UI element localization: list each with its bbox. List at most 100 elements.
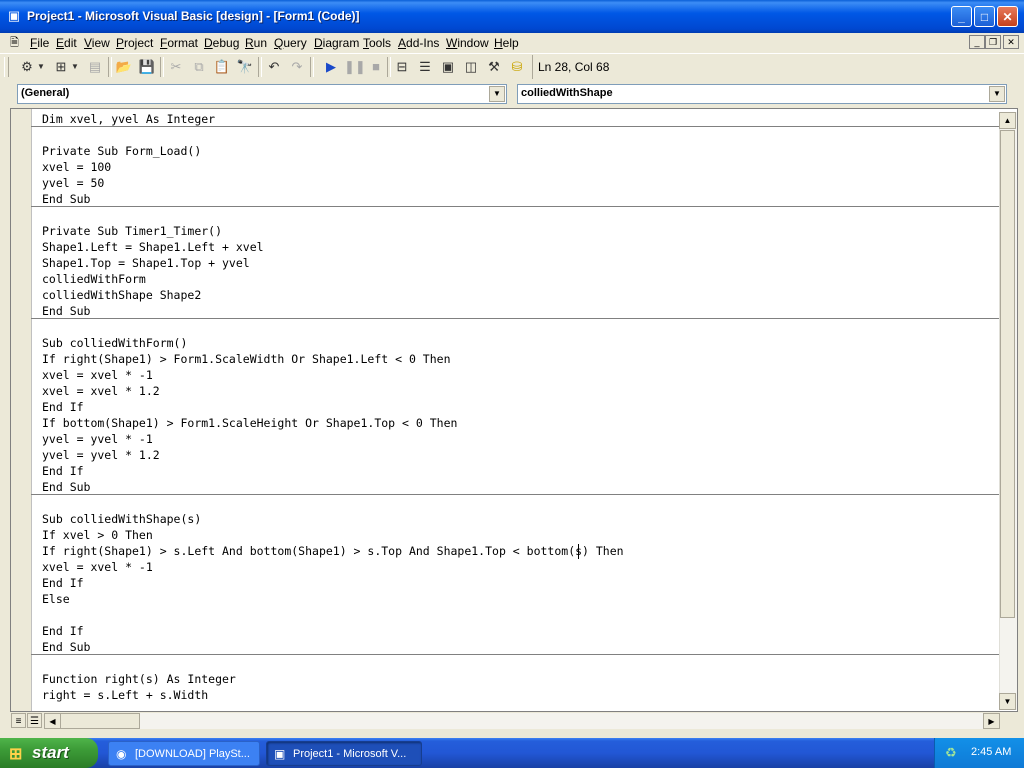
menu-format[interactable]: Format <box>160 35 198 51</box>
form-layout-icon[interactable]: ▣ <box>439 58 457 76</box>
menu-diagram[interactable]: Diagram <box>314 35 359 51</box>
code-line[interactable]: Dim xvel, yvel As Integer <box>42 111 992 127</box>
code-line[interactable]: End Sub <box>42 479 992 495</box>
add-form-dropdown-icon[interactable]: ▼ <box>70 58 80 76</box>
project-explorer-icon[interactable]: ⊟ <box>393 58 411 76</box>
menu-edit[interactable]: Edit <box>56 35 77 51</box>
menu-file[interactable]: File <box>30 35 49 51</box>
menu-debug[interactable]: Debug <box>204 35 239 51</box>
horizontal-scroll-thumb[interactable] <box>60 713 140 729</box>
minimize-button[interactable]: _ <box>951 6 972 27</box>
save-icon[interactable]: 💾 <box>138 58 156 76</box>
code-line[interactable]: Sub colliedWithForm() <box>42 335 992 351</box>
menu-project[interactable]: Project <box>116 35 153 51</box>
code-line[interactable]: End Sub <box>42 639 992 655</box>
code-line[interactable]: Function right(s) As Integer <box>42 671 992 687</box>
toolbar-grip[interactable] <box>4 57 9 77</box>
menu-help[interactable]: Help <box>494 35 519 51</box>
cut-icon[interactable]: ✂ <box>167 58 185 76</box>
add-project-dropdown-icon[interactable]: ▼ <box>36 58 46 76</box>
menu-tools[interactable]: Tools <box>363 35 391 51</box>
code-line[interactable] <box>42 495 992 511</box>
code-line[interactable]: If xvel > 0 Then <box>42 527 992 543</box>
menu-editor-icon[interactable]: ▤ <box>86 58 104 76</box>
code-line[interactable]: Private Sub Timer1_Timer() <box>42 223 992 239</box>
copy-icon[interactable]: ⧉ <box>190 58 208 76</box>
code-line[interactable]: xvel = xvel * 1.2 <box>42 383 992 399</box>
menu-window[interactable]: Window <box>446 35 489 51</box>
scroll-up-button[interactable]: ▲ <box>999 112 1016 129</box>
code-line[interactable]: End If <box>42 399 992 415</box>
data-view-icon[interactable]: ⛁ <box>508 58 526 76</box>
maximize-button[interactable]: □ <box>974 6 995 27</box>
code-line[interactable]: If bottom(Shape1) > Form1.ScaleHeight Or… <box>42 415 992 431</box>
menu-view[interactable]: View <box>84 35 110 51</box>
code-line[interactable] <box>42 655 992 671</box>
scroll-down-button[interactable]: ▼ <box>999 693 1016 710</box>
menu-add-ins[interactable]: Add-Ins <box>398 35 439 51</box>
close-button[interactable]: ✕ <box>997 6 1018 27</box>
margin-indicator-bar[interactable] <box>11 109 32 711</box>
menu-run[interactable]: Run <box>245 35 267 51</box>
full-module-view-icon[interactable]: ☰ <box>27 713 42 728</box>
code-line[interactable]: End If <box>42 623 992 639</box>
code-line[interactable]: xvel = xvel * -1 <box>42 367 992 383</box>
vertical-scroll-thumb[interactable] <box>1000 130 1015 618</box>
open-icon[interactable]: 📂 <box>115 58 133 76</box>
procedure-view-icon[interactable]: ≡ <box>11 713 26 728</box>
task-visual-basic[interactable]: ▣ Project1 - Microsoft V... <box>266 741 422 766</box>
network-icon[interactable]: ♻ <box>945 745 957 761</box>
mdi-minimize-button[interactable]: _ <box>969 35 985 49</box>
code-line[interactable]: xvel = xvel * -1 <box>42 559 992 575</box>
redo-icon[interactable]: ↷ <box>288 58 306 76</box>
code-line[interactable]: yvel = yvel * 1.2 <box>42 447 992 463</box>
code-line[interactable]: colliedWithForm <box>42 271 992 287</box>
code-text[interactable]: Dim xvel, yvel As Integer Private Sub Fo… <box>42 111 992 709</box>
code-line[interactable]: Else <box>42 591 992 607</box>
code-line[interactable]: colliedWithShape Shape2 <box>42 287 992 303</box>
add-project-icon[interactable]: ⚙ <box>18 58 36 76</box>
object-combo[interactable]: (General) ▼ <box>17 84 507 104</box>
menu-query[interactable]: Query <box>274 35 307 51</box>
code-line[interactable]: End Sub <box>42 303 992 319</box>
horizontal-scrollbar[interactable] <box>44 713 999 729</box>
code-window-icon[interactable]: 🗎 <box>10 36 22 50</box>
code-line[interactable]: yvel = yvel * -1 <box>42 431 992 447</box>
code-line[interactable] <box>42 607 992 623</box>
code-line[interactable]: End If <box>42 463 992 479</box>
code-line[interactable]: xvel = 100 <box>42 159 992 175</box>
code-line[interactable]: End If <box>42 575 992 591</box>
code-line[interactable]: Shape1.Left = Shape1.Left + xvel <box>42 239 992 255</box>
clock[interactable]: 2:45 AM <box>971 746 1011 758</box>
start-button[interactable]: ⊞ start <box>0 738 98 768</box>
code-line[interactable] <box>42 127 992 143</box>
code-line[interactable]: If right(Shape1) > Form1.ScaleWidth Or S… <box>42 351 992 367</box>
code-line[interactable]: Sub colliedWithShape(s) <box>42 511 992 527</box>
undo-icon[interactable]: ↶ <box>265 58 283 76</box>
paste-icon[interactable]: 📋 <box>213 58 231 76</box>
mdi-restore-button[interactable]: ❐ <box>985 35 1001 49</box>
code-line[interactable]: End Sub <box>42 191 992 207</box>
code-line[interactable]: yvel = 50 <box>42 175 992 191</box>
code-line[interactable] <box>42 319 992 335</box>
code-line[interactable] <box>42 207 992 223</box>
add-form-icon[interactable]: ⊞ <box>52 58 70 76</box>
stop-icon[interactable]: ■ <box>367 58 385 76</box>
code-line[interactable]: If right(Shape1) > s.Left And bottom(Sha… <box>42 543 992 559</box>
code-line[interactable]: Shape1.Top = Shape1.Top + yvel <box>42 255 992 271</box>
scroll-left-button[interactable]: ◀ <box>44 713 61 729</box>
code-line[interactable]: Private Sub Form_Load() <box>42 143 992 159</box>
properties-icon[interactable]: ☰ <box>416 58 434 76</box>
mdi-close-button[interactable]: ✕ <box>1003 35 1019 49</box>
chevron-down-icon[interactable]: ▼ <box>989 86 1005 102</box>
procedure-combo[interactable]: colliedWithShape ▼ <box>517 84 1007 104</box>
toolbox-icon[interactable]: ⚒ <box>485 58 503 76</box>
title-bar[interactable]: ▣ Project1 - Microsoft Visual Basic [des… <box>0 0 1024 33</box>
run-icon[interactable]: ▶ <box>322 58 340 76</box>
chevron-down-icon[interactable]: ▼ <box>489 86 505 102</box>
object-browser-icon[interactable]: ◫ <box>462 58 480 76</box>
task-download[interactable]: ◉ [DOWNLOAD] PlaySt... <box>108 741 260 766</box>
find-icon[interactable]: 🔭 <box>236 58 254 76</box>
vb-app-icon[interactable]: ▣ <box>6 8 22 24</box>
code-line[interactable]: right = s.Left + s.Width <box>42 687 992 703</box>
